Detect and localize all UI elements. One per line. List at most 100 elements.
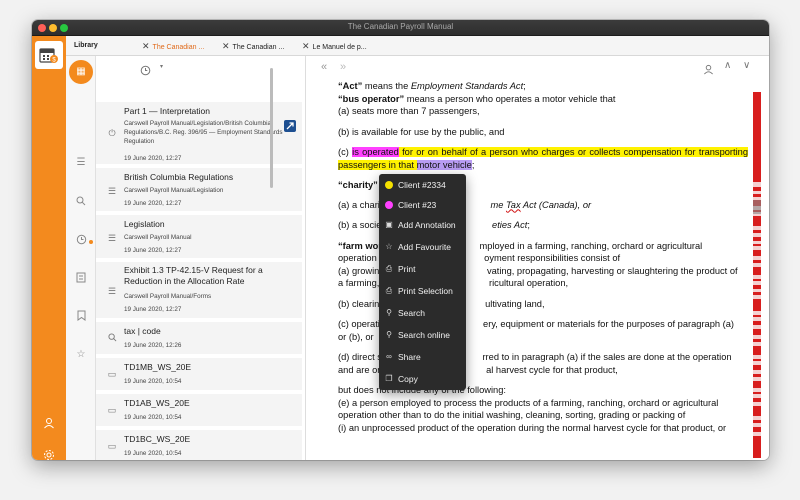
paragraph: (b) is available for use by the public, … (338, 126, 505, 137)
tab-canadian-1[interactable]: ✕ The Canadian ... (142, 36, 204, 56)
history-badge-dot (89, 240, 93, 244)
close-tab-icon[interactable]: ✕ (142, 41, 150, 51)
history-icon: ⏻ (108, 128, 116, 138)
bookmark-icon[interactable] (74, 310, 88, 324)
list-item-title: Exhibit 1.3 TP-42.15-V Request for a Red… (124, 265, 263, 286)
document-icon: ▭ (107, 405, 117, 415)
annotation-scroll-track[interactable] (753, 92, 761, 460)
document-icon: ▭ (107, 369, 117, 379)
menu-item-client-2334[interactable]: Client #2334 (379, 174, 466, 196)
paragraph: (a) seats more than 7 passengers, (338, 106, 480, 116)
highlighted-paragraph[interactable]: (c) is operated for or on behalf of a pe… (338, 146, 749, 171)
menu-item-label: Share (398, 352, 421, 362)
clock-sort-icon[interactable] (140, 63, 151, 81)
app-logo[interactable]: $ (35, 41, 63, 69)
tab-label: The Canadian ... (232, 44, 285, 51)
printer-icon: ⎙ (385, 286, 393, 295)
list-item-path: Carswell Payroll Manual/Forms (124, 293, 212, 300)
close-tab-icon[interactable]: ✕ (302, 41, 310, 51)
menu-item-add-annotation[interactable]: ▣ Add Annotation (379, 214, 466, 236)
menu-item-label: Client #2334 (398, 180, 446, 190)
grid-view-icon[interactable]: ▦ (69, 60, 93, 84)
document-toolbar: « » ∧ ∨ (307, 56, 769, 80)
history-icon[interactable] (74, 234, 88, 248)
list-icon: ☰ (107, 186, 117, 196)
list-item-date: 19 June 2020, 10:54 (124, 414, 182, 421)
app-sidebar: $ (32, 36, 66, 460)
printer-icon: ⎙ (385, 264, 393, 273)
context-menu: Client #2334 Client #23 ▣ Add Annotation… (379, 174, 466, 390)
form-icon[interactable] (74, 272, 88, 286)
list-icon: ☰ (107, 286, 117, 296)
document-icon: ▭ (107, 441, 117, 451)
search-icon: ⚲ (386, 330, 392, 339)
app-window: The Canadian Payroll Manual $ Library ✕ T… (32, 20, 769, 460)
menu-item-label: Client #23 (398, 200, 437, 210)
chevron-down-icon[interactable]: ▾ (160, 63, 163, 70)
toc-list-icon[interactable]: ☰ (74, 156, 88, 170)
definition-bus-operator: “bus operator” means a person who operat… (338, 93, 616, 104)
title-bar: The Canadian Payroll Manual (32, 20, 769, 36)
tab-bar: Library ✕ The Canadian ... ✕ The Canadian … (66, 36, 769, 56)
list-item-date: 19 June 2020, 12:26 (124, 342, 182, 349)
definition-act: “Act” means the Employment Standards Act… (338, 81, 526, 91)
paragraph: (e) a person employed to process the pro… (338, 397, 719, 421)
search-icon[interactable] (74, 196, 88, 210)
list-item[interactable]: ☰ Exhibit 1.3 TP-42.15-V Request for a R… (96, 262, 302, 320)
history-list-panel: ▾ ⏻ Part 1 — Interpretation Carswell Pay… (96, 56, 306, 460)
list-scrollbar[interactable] (270, 68, 273, 188)
list-item-date: 19 June 2020, 10:54 (124, 450, 182, 457)
link-icon: ∞ (386, 352, 392, 361)
menu-item-copy[interactable]: ❐ Copy (379, 368, 466, 390)
paragraph: (i) an unprocessed product of the operat… (338, 422, 727, 433)
forward-icon[interactable]: » (340, 61, 346, 73)
menu-item-label: Search online (398, 330, 450, 340)
menu-item-print[interactable]: ⎙ Print (379, 258, 466, 280)
window-title: The Canadian Payroll Manual (347, 22, 454, 31)
menu-item-search[interactable]: ⚲ Search (379, 302, 466, 324)
search-icon: ⚲ (386, 308, 392, 317)
list-item-path: Carswell Payroll Manual (124, 234, 192, 241)
list-item-date: 19 June 2020, 12:27 (124, 306, 182, 313)
tab-label: Library (74, 42, 98, 49)
menu-item-search-online[interactable]: ⚲ Search online (379, 324, 466, 346)
list-item[interactable]: ▭ TD1MB_WS_20E 19 June 2020, 10:54 (96, 358, 302, 392)
tab-canadian-2[interactable]: ✕ The Canadian ... (222, 36, 284, 56)
menu-item-label: Search (398, 308, 425, 318)
user-icon[interactable] (41, 417, 57, 433)
star-icon: ☆ (385, 242, 393, 251)
menu-item-label: Print (398, 264, 416, 274)
search-icon (106, 333, 118, 344)
chevron-up-icon[interactable]: ∧ (724, 60, 731, 71)
star-icon[interactable]: ☆ (74, 348, 88, 362)
document-pane: « » ∧ ∨ “Act” means the Employment Stand… (307, 56, 769, 460)
list-item-title: TD1MB_WS_20E (124, 362, 192, 372)
list-item-date: 19 June 2020, 12:27 (124, 247, 182, 254)
annotation-icon: ▣ (385, 220, 393, 229)
list-item[interactable]: ▭ TD1BC_WS_20E 19 June 2020, 10:54 (96, 430, 302, 460)
list-item[interactable]: ▭ TD1AB_WS_20E 19 June 2020, 10:54 (96, 394, 302, 428)
menu-item-print-selection[interactable]: ⎙ Print Selection (379, 280, 466, 302)
list-item[interactable]: tax | code 19 June 2020, 12:26 (96, 322, 302, 356)
external-link-icon[interactable] (284, 119, 296, 132)
chevron-down-icon[interactable]: ∨ (743, 60, 750, 71)
menu-item-add-favourite[interactable]: ☆ Add Favourite (379, 236, 466, 258)
menu-item-label: Copy (398, 374, 418, 384)
tab-label: Le Manuel de p... (312, 44, 367, 51)
menu-item-share[interactable]: ∞ Share (379, 346, 466, 368)
list-toolbar: ▾ (96, 56, 306, 82)
list-item-title: Legislation (124, 219, 165, 229)
list-item-title: tax | code (124, 326, 161, 336)
menu-item-label: Print Selection (398, 286, 453, 296)
menu-item-client-23[interactable]: Client #23 (379, 194, 466, 216)
tab-library[interactable]: Library (74, 36, 98, 56)
back-icon[interactable]: « (321, 61, 327, 73)
settings-gear-icon[interactable] (41, 449, 57, 460)
list-item-date: 19 June 2020, 12:27 (124, 155, 182, 162)
list-item[interactable]: ☰ Legislation Carswell Payroll Manual 19… (96, 215, 302, 260)
menu-item-label: Add Favourite (398, 242, 451, 252)
close-tab-icon[interactable]: ✕ (222, 41, 230, 51)
list-item-date: 19 June 2020, 10:54 (124, 378, 182, 385)
tab-manuel[interactable]: ✕ Le Manuel de p... (302, 36, 367, 56)
person-icon[interactable] (703, 62, 714, 80)
